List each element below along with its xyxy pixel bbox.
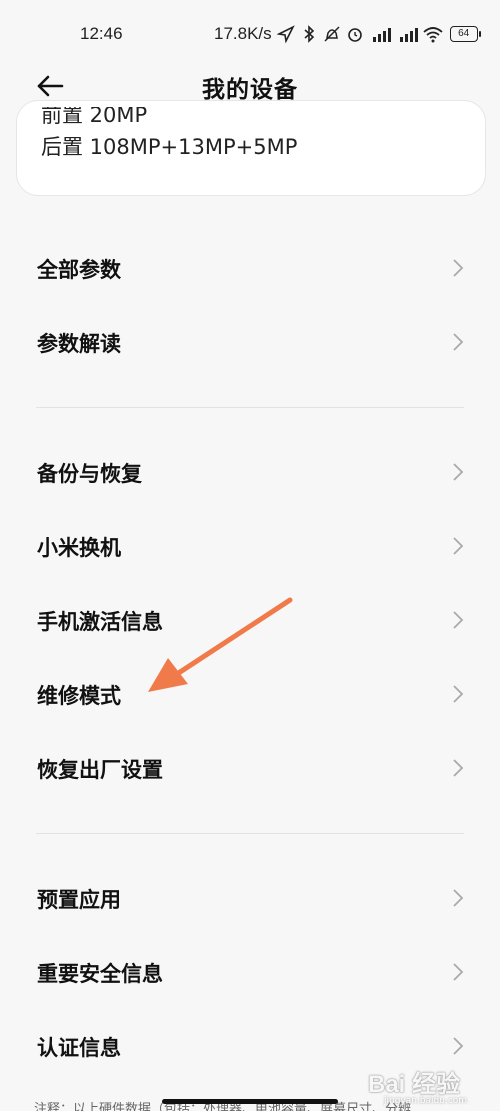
chevron-right-icon <box>453 685 464 703</box>
mute-icon <box>324 26 340 42</box>
status-time: 12:46 <box>80 24 123 43</box>
menu-item-label: 认证信息 <box>37 1036 121 1060</box>
watermark-url: jingyan.baidu.com <box>384 1096 468 1106</box>
menu-item-factory-reset[interactable]: 恢复出厂设置 <box>0 738 500 798</box>
rear-camera-spec: 后置 108MP+13MP+5MP <box>41 135 298 159</box>
menu-item-preinstalled-apps[interactable]: 预置应用 <box>0 868 500 928</box>
menu-item-label: 预置应用 <box>37 888 121 912</box>
chevron-right-icon <box>453 333 464 351</box>
menu-item-label: 重要安全信息 <box>37 962 163 986</box>
menu-item-backup-restore[interactable]: 备份与恢复 <box>0 442 500 502</box>
chevron-right-icon <box>453 963 464 981</box>
menu-item-label: 全部参数 <box>37 258 121 282</box>
menu-item-label: 小米换机 <box>37 536 121 560</box>
chevron-right-icon <box>453 463 464 481</box>
menu-item-label: 恢复出厂设置 <box>37 758 163 782</box>
section-divider <box>36 407 464 408</box>
page-title: 我的设备 <box>202 77 298 103</box>
bluetooth-icon <box>304 25 314 43</box>
menu-item-mi-mover[interactable]: 小米换机 <box>0 516 500 576</box>
alarm-icon <box>347 28 362 42</box>
chevron-right-icon <box>453 759 464 777</box>
menu-item-label: 备份与恢复 <box>37 462 142 486</box>
menu-item-activation-info[interactable]: 手机激活信息 <box>0 590 500 650</box>
network-speed: 17.8K/s <box>214 24 272 43</box>
front-camera-spec: 前置 20MP <box>41 103 148 127</box>
menu-item-all-params[interactable]: 全部参数 <box>0 238 500 298</box>
battery-icon: 64 <box>449 26 481 42</box>
chevron-right-icon <box>453 259 464 277</box>
menu-item-repair-mode[interactable]: 维修模式 <box>0 664 500 724</box>
chevron-right-icon <box>453 889 464 907</box>
menu-item-label: 手机激活信息 <box>37 610 163 634</box>
screen: 12:46 17.8K/s 64 我的设备 前置 20MP 后置 108MP+1… <box>0 0 500 1111</box>
menu-item-label: 参数解读 <box>37 332 121 356</box>
status-bar: 12:46 17.8K/s 64 <box>0 0 500 62</box>
chevron-right-icon <box>453 611 464 629</box>
home-indicator[interactable] <box>162 1099 338 1104</box>
section-divider <box>36 833 464 834</box>
device-spec-card: 前置 20MP 后置 108MP+13MP+5MP <box>16 100 486 196</box>
status-icons: 17.8K/s 64 <box>214 24 481 44</box>
menu-item-param-explained[interactable]: 参数解读 <box>0 312 500 372</box>
signal-hd-icon-2 <box>399 28 418 42</box>
menu-item-label: 维修模式 <box>37 684 121 708</box>
menu-item-safety-info[interactable]: 重要安全信息 <box>0 942 500 1002</box>
wifi-icon <box>423 27 443 43</box>
baidu-watermark: Bai 经验 jingyan.baidu.com <box>368 1052 492 1108</box>
watermark-brand: Bai 经验 <box>368 1071 461 1098</box>
chevron-right-icon <box>453 537 464 555</box>
signal-hd-icon-1 <box>372 28 391 42</box>
location-icon <box>276 25 295 43</box>
